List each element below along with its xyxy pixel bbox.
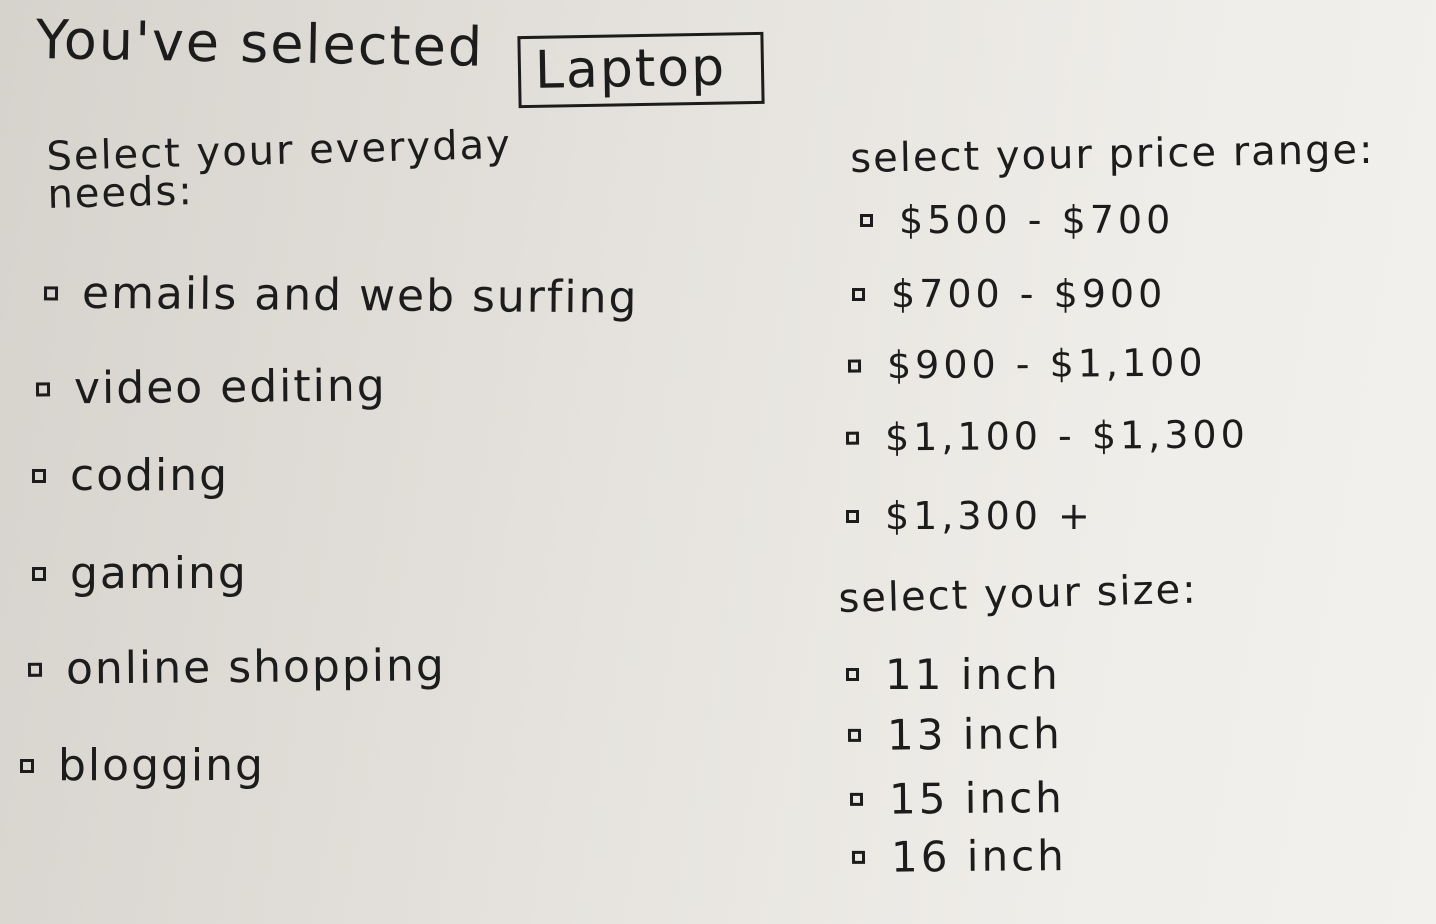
needs-heading: Select your everyday needs: (45, 121, 513, 218)
checkbox[interactable] (32, 566, 46, 581)
price-option-label: $900 - $1,100 (886, 340, 1207, 388)
need-option-video-editing[interactable]: video editing (35, 360, 387, 415)
size-option-15[interactable]: 15 inch (849, 773, 1066, 824)
size-option-13[interactable]: 13 inch (847, 709, 1064, 760)
price-option-500-700[interactable]: $500 - $700 (860, 198, 1174, 242)
checkbox[interactable] (35, 381, 51, 397)
size-heading: select your size: (837, 566, 1199, 622)
need-option-online-shopping[interactable]: online shopping (27, 640, 447, 695)
need-option-emails[interactable]: emails and web surfing (43, 267, 639, 324)
checkbox[interactable] (846, 668, 859, 681)
need-option-label: video editing (73, 360, 387, 415)
selected-device-box: Laptop (517, 31, 765, 109)
size-option-label: 16 inch (890, 831, 1068, 882)
checkbox[interactable] (846, 509, 859, 523)
checkbox[interactable] (32, 468, 46, 483)
paper-sketch: You've selected Laptop Select your every… (0, 0, 1436, 924)
need-option-gaming[interactable]: gaming (32, 548, 248, 599)
price-option-1100-1300[interactable]: $1,100 - $1,300 (845, 412, 1249, 460)
checkbox[interactable] (43, 285, 59, 301)
price-option-label: $500 - $700 (899, 198, 1175, 242)
checkbox[interactable] (852, 287, 865, 301)
size-option-16[interactable]: 16 inch (851, 831, 1068, 882)
need-option-label: coding (70, 450, 230, 501)
need-option-label: online shopping (65, 640, 447, 695)
checkbox[interactable] (849, 792, 864, 806)
selected-device-value: Laptop (534, 37, 727, 101)
size-option-label: 15 inch (888, 773, 1066, 824)
price-option-700-900[interactable]: $700 - $900 (852, 272, 1166, 316)
checkbox[interactable] (847, 358, 862, 373)
need-option-label: gaming (70, 548, 248, 599)
checkbox[interactable] (845, 431, 860, 445)
need-option-label: emails and web surfing (81, 267, 639, 324)
size-option-11[interactable]: 11 inch (846, 650, 1061, 699)
need-option-label: blogging (58, 740, 265, 791)
need-option-coding[interactable]: coding (32, 450, 229, 501)
checkbox[interactable] (20, 758, 34, 773)
price-option-label: $1,100 - $1,300 (884, 412, 1249, 460)
checkbox[interactable] (860, 213, 873, 227)
price-heading: select your price range: (849, 126, 1375, 182)
price-option-label: $1,300 + (885, 494, 1094, 538)
size-option-label: 13 inch (886, 709, 1064, 760)
checkbox[interactable] (851, 850, 866, 864)
price-option-label: $700 - $900 (891, 272, 1167, 316)
size-option-label: 11 inch (885, 650, 1061, 699)
checkbox[interactable] (847, 728, 862, 742)
price-option-900-1100[interactable]: $900 - $1,100 (847, 340, 1207, 388)
price-option-1300-plus[interactable]: $1,300 + (846, 494, 1094, 538)
page-title: You've selected (35, 8, 485, 79)
need-option-blogging[interactable]: blogging (20, 740, 265, 791)
checkbox[interactable] (27, 662, 43, 677)
